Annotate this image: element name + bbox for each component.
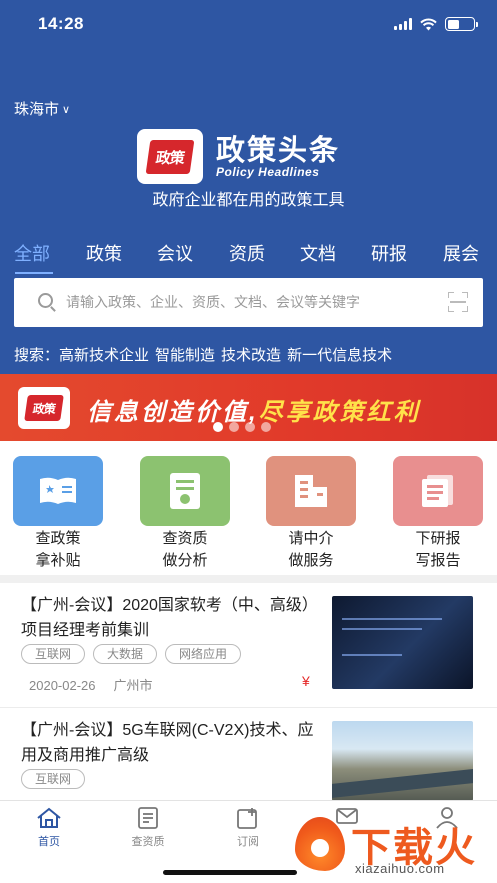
- brand-name: 政策头条: [216, 134, 341, 167]
- hot-search-label: 搜索：: [14, 347, 60, 364]
- home-indicator[interactable]: [163, 870, 297, 875]
- tab-all[interactable]: 全部: [14, 240, 50, 266]
- news-title: 【广州-会议】2020国家软考（中、高级）项目经理考前集训: [21, 597, 310, 639]
- service-qualification[interactable]: 查资质 做分析: [140, 456, 230, 572]
- certificate-icon: [135, 807, 161, 829]
- tab-document[interactable]: 文档: [300, 240, 336, 266]
- banner-logo-icon: 政策: [18, 387, 70, 429]
- status-bar: 14:28: [0, 12, 497, 38]
- news-title: 【广州-会议】5G车联网(C-V2X)技术、应用及商用推广高级: [21, 722, 314, 764]
- promo-banner[interactable]: 政策 信息创造价值,尽享政策红利: [0, 374, 497, 441]
- header: 14:28 珠海市 ∨ 政策 政策头条 Policy Headlines 政府企…: [0, 0, 497, 374]
- carousel-dot[interactable]: [261, 422, 271, 432]
- tab-meeting[interactable]: 会议: [157, 240, 193, 266]
- category-tabs: 全部 政策 会议 资质 文档 研报 展会: [0, 238, 497, 278]
- service-agency[interactable]: 请中介 做服务: [266, 456, 356, 572]
- tag: 互联网: [21, 644, 86, 664]
- active-tab-indicator: [15, 272, 53, 274]
- city-label: 珠海市: [14, 101, 60, 118]
- report-icon: [393, 456, 483, 526]
- chevron-down-icon: ∨: [62, 104, 71, 116]
- tab-home[interactable]: 首页: [19, 807, 79, 849]
- tab-policy[interactable]: 政策: [86, 240, 122, 266]
- search-icon: [38, 293, 53, 308]
- hot-keyword[interactable]: 技术改造: [221, 347, 281, 364]
- scan-icon[interactable]: [448, 292, 468, 312]
- section-divider: [0, 575, 497, 583]
- tab-subscribe[interactable]: 订阅: [218, 807, 278, 849]
- price-icon: ¥: [302, 673, 310, 689]
- book-icon: [13, 456, 103, 526]
- home-icon: [36, 807, 62, 829]
- logo-icon: 政策: [137, 129, 203, 184]
- news-thumbnail: [332, 596, 473, 689]
- tab-qualification[interactable]: 资质: [229, 240, 265, 266]
- tag-list: 互联网: [21, 769, 86, 789]
- search-bar: [14, 278, 483, 327]
- news-meta: 2020-02-26 广州市: [29, 675, 153, 694]
- carousel-dots: [213, 422, 271, 432]
- service-grid: 查政策 拿补贴 查资质 做分析 请中介 做服务 下研报 写报告: [0, 441, 497, 574]
- service-report[interactable]: 下研报 写报告: [393, 456, 483, 572]
- tag-list: 互联网 大数据 网络应用: [21, 644, 242, 664]
- tab-research[interactable]: 研报: [371, 240, 407, 266]
- news-thumbnail: [332, 721, 473, 801]
- status-time: 14:28: [38, 14, 84, 33]
- hot-keyword[interactable]: 智能制造: [155, 347, 215, 364]
- news-date: 2020-02-26: [29, 678, 96, 693]
- search-input[interactable]: [66, 288, 436, 316]
- city-selector[interactable]: 珠海市 ∨: [14, 98, 70, 119]
- hot-search: 搜索：高新技术企业 智能制造 技术改造 新一代信息技术: [14, 344, 398, 365]
- cellular-signal-icon: [394, 18, 412, 30]
- battery-icon: [445, 17, 478, 31]
- watermark-logo: 下载火 xiazaihuo.com: [291, 815, 491, 879]
- subscribe-icon: [235, 807, 261, 829]
- list-item[interactable]: 【广州-会议】2020国家软考（中、高级）项目经理考前集训 互联网 大数据 网络…: [0, 583, 497, 708]
- tag: 互联网: [21, 769, 86, 789]
- tag: 网络应用: [165, 644, 242, 664]
- tab-exhibition[interactable]: 展会: [443, 240, 479, 266]
- carousel-dot[interactable]: [229, 422, 239, 432]
- certificate-icon: [140, 456, 230, 526]
- building-icon: [266, 456, 356, 526]
- service-policy[interactable]: 查政策 拿补贴: [13, 456, 103, 572]
- brand-name-en: Policy Headlines: [216, 164, 320, 179]
- flame-icon: [295, 817, 345, 871]
- app-logo: 政策 政策头条 Policy Headlines: [137, 129, 340, 184]
- tab-qualification-bottom[interactable]: 查资质: [118, 807, 178, 849]
- news-location: 广州市: [113, 678, 153, 693]
- hot-keyword[interactable]: 新一代信息技术: [287, 347, 392, 364]
- carousel-dot[interactable]: [213, 422, 223, 432]
- wifi-icon: [420, 18, 437, 30]
- slogan: 政府企业都在用的政策工具: [152, 192, 345, 209]
- tag: 大数据: [93, 644, 158, 664]
- carousel-dot[interactable]: [245, 422, 255, 432]
- hot-keyword[interactable]: 高新技术企业: [59, 347, 149, 364]
